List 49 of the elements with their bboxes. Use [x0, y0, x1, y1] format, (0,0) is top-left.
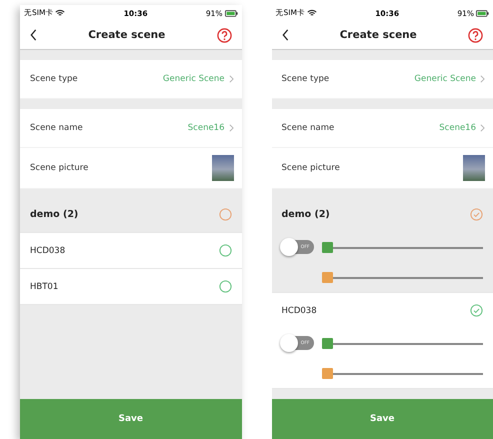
- device-name: HBT01: [30, 282, 58, 292]
- device-name: demo (2): [30, 209, 78, 220]
- slider[interactable]: [322, 272, 483, 282]
- slider[interactable]: [322, 368, 483, 378]
- photo-placeholder[interactable]: [212, 155, 234, 181]
- slider-thumb[interactable]: [322, 338, 332, 348]
- chevron-icon: [480, 124, 485, 132]
- row-value: Scene16: [188, 123, 224, 133]
- checked-circle-icon[interactable]: [470, 304, 483, 317]
- unchecked-circle-icon[interactable]: [218, 280, 232, 293]
- settings-row[interactable]: Scene picture: [20, 148, 242, 189]
- chevron-icon: [228, 75, 234, 83]
- device-name: HCD038: [282, 306, 317, 316]
- slider[interactable]: [322, 338, 483, 348]
- slider-thumb[interactable]: [322, 272, 332, 282]
- chevron-icon: [480, 75, 485, 83]
- row-label: Scene picture: [30, 163, 90, 173]
- settings-row[interactable]: Scene name Scene16: [20, 109, 242, 148]
- help-icon[interactable]: [468, 28, 483, 42]
- settings-row[interactable]: Scene name Scene16: [272, 109, 493, 148]
- settings-row[interactable]: Scene type Generic Scene: [20, 60, 242, 99]
- settings-row[interactable]: Scene picture: [272, 148, 493, 189]
- slider[interactable]: [322, 242, 483, 252]
- wifi-icon: [55, 9, 66, 17]
- battery-icon: [476, 10, 489, 16]
- row-label: Scene name: [282, 123, 336, 133]
- row-value: Generic Scene: [162, 74, 224, 84]
- back-icon[interactable]: [30, 29, 37, 41]
- battery-icon: [224, 10, 238, 16]
- row-label: Scene name: [30, 123, 84, 133]
- row-label: Scene type: [282, 74, 330, 84]
- row-value: Generic Scene: [414, 74, 476, 84]
- row-value: Scene16: [439, 123, 476, 133]
- device-name: demo (2): [282, 209, 330, 220]
- chevron-icon: [228, 124, 234, 132]
- unchecked-circle-icon[interactable]: [218, 244, 232, 257]
- slider-thumb[interactable]: [322, 368, 332, 378]
- screen-title: Create scene: [87, 29, 166, 41]
- row-label: Scene picture: [282, 163, 341, 173]
- wifi-icon: [306, 9, 317, 17]
- row-label: Scene type: [30, 74, 79, 84]
- slider-thumb[interactable]: [322, 242, 332, 252]
- help-icon[interactable]: [216, 28, 232, 42]
- device-name: HCD038: [30, 246, 66, 256]
- unchecked-circle-icon[interactable]: [218, 208, 232, 221]
- settings-row[interactable]: Scene type Generic Scene: [272, 60, 493, 99]
- checked-circle-icon[interactable]: [470, 208, 483, 221]
- screen-title: Create scene: [338, 29, 418, 41]
- back-icon[interactable]: [282, 29, 288, 41]
